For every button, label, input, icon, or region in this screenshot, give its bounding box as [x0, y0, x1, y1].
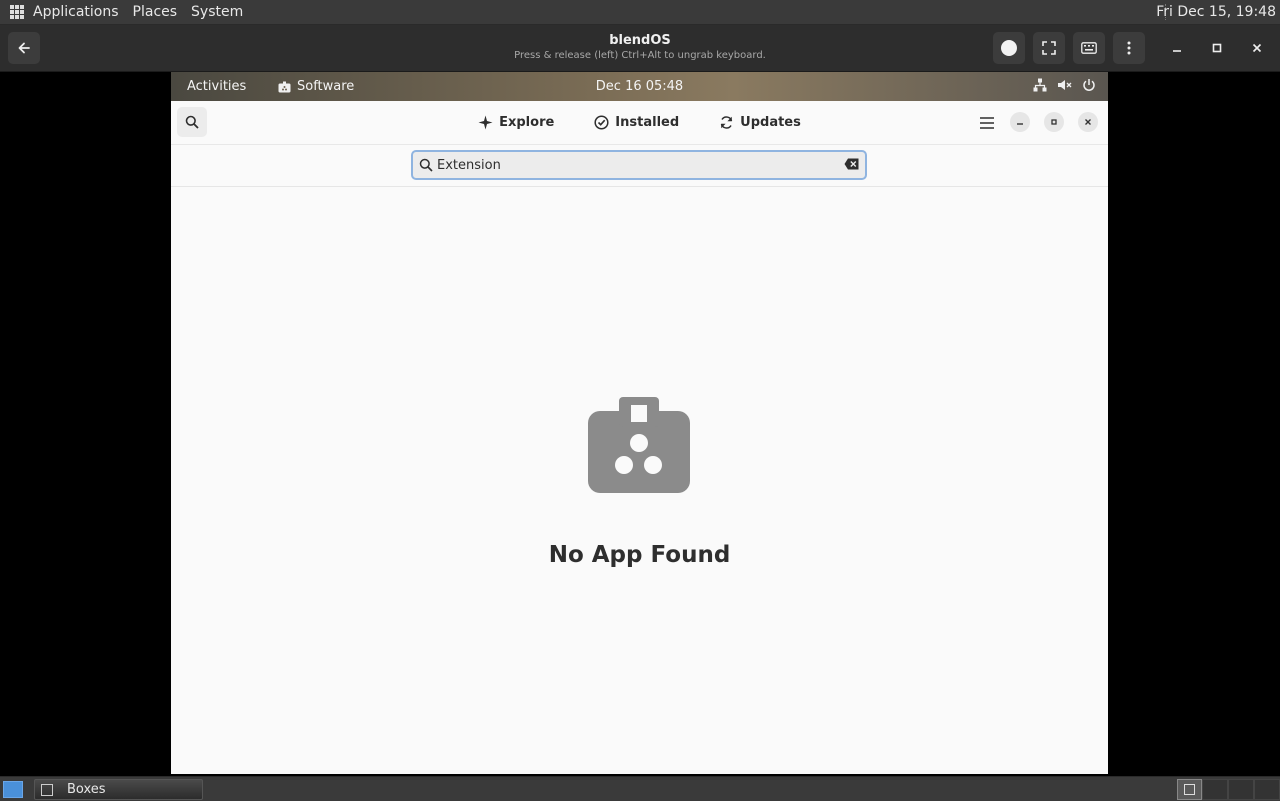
guest-clock[interactable]: Dec 16 05:48	[171, 79, 1108, 94]
app-maximize-button[interactable]	[1044, 112, 1064, 132]
empty-state-title: No App Found	[548, 542, 731, 568]
show-desktop-button[interactable]	[3, 781, 23, 798]
taskbar-window-boxes[interactable]: Boxes	[34, 779, 203, 800]
host-menu-bar: Applications Places System	[0, 0, 250, 24]
maximize-icon	[1051, 119, 1057, 125]
close-icon	[1252, 43, 1262, 53]
guest-display[interactable]: Activities Software Dec 16 05:48 Explore…	[171, 72, 1108, 774]
minimize-icon	[1173, 50, 1181, 52]
tab-installed-label: Installed	[615, 115, 680, 130]
search-bar	[171, 145, 1108, 187]
window-icon	[41, 783, 53, 796]
hamburger-icon	[980, 117, 994, 129]
host-clock[interactable]: Fri Dec 15, 19:48	[1156, 0, 1276, 24]
app-close-button[interactable]	[1078, 112, 1098, 132]
search-input[interactable]	[437, 157, 827, 173]
hamburger-menu-button[interactable]	[980, 114, 994, 133]
search-entry[interactable]	[411, 150, 867, 180]
fullscreen-button[interactable]	[1033, 32, 1065, 64]
applications-grid-icon[interactable]	[10, 5, 24, 19]
tab-explore[interactable]: Explore	[478, 115, 554, 130]
menu-system[interactable]: System	[184, 0, 250, 24]
minimize-icon	[1017, 123, 1023, 125]
tab-installed[interactable]: Installed	[594, 115, 679, 130]
installed-check-icon	[594, 115, 609, 130]
explore-icon	[478, 115, 493, 130]
host-top-panel: Applications Places System Fri Dec 15, 1…	[0, 0, 1280, 25]
maximize-button[interactable]	[1202, 33, 1232, 63]
menu-places[interactable]: Places	[126, 0, 185, 24]
keyboard-button[interactable]	[1073, 32, 1105, 64]
network-wired-icon	[1033, 78, 1047, 92]
close-icon	[1085, 119, 1091, 125]
software-bag-icon	[588, 397, 690, 493]
workspace-4[interactable]	[1254, 779, 1280, 800]
workspace-2[interactable]	[1202, 779, 1228, 800]
minimize-button[interactable]	[1162, 33, 1192, 63]
menu-applications[interactable]: Applications	[26, 0, 126, 24]
search-icon	[419, 158, 433, 172]
workspace-3[interactable]	[1228, 779, 1254, 800]
workspace-window-icon	[1184, 784, 1195, 795]
updates-refresh-icon	[720, 116, 733, 129]
workspace-1[interactable]	[1177, 779, 1202, 800]
menu-button[interactable]	[1113, 32, 1145, 64]
system-tray[interactable]	[1033, 78, 1096, 92]
taskbar-window-label: Boxes	[67, 782, 106, 797]
keyboard-icon	[1081, 42, 1097, 54]
maximize-icon	[1212, 43, 1222, 53]
boxes-header-bar: blendOS Press & release (left) Ctrl+Alt …	[0, 25, 1280, 72]
power-button[interactable]	[993, 32, 1025, 64]
tab-explore-label: Explore	[499, 115, 555, 130]
fullscreen-icon	[1042, 41, 1056, 55]
view-switcher: Explore Installed Updates	[171, 101, 1108, 144]
tab-updates-label: Updates	[740, 115, 801, 130]
tab-updates[interactable]: Updates	[719, 115, 801, 130]
circle-icon	[1001, 40, 1017, 56]
vertical-dots-icon	[1127, 41, 1131, 55]
app-minimize-button[interactable]	[1010, 112, 1030, 132]
power-icon	[1083, 79, 1095, 91]
host-taskbar: Boxes	[0, 776, 1280, 801]
guest-top-bar: Activities Software Dec 16 05:48	[171, 72, 1108, 101]
clear-text-icon[interactable]	[844, 158, 859, 170]
software-header-bar: Explore Installed Updates	[171, 101, 1108, 145]
volume-muted-icon	[1058, 80, 1072, 90]
close-button[interactable]	[1242, 33, 1272, 63]
